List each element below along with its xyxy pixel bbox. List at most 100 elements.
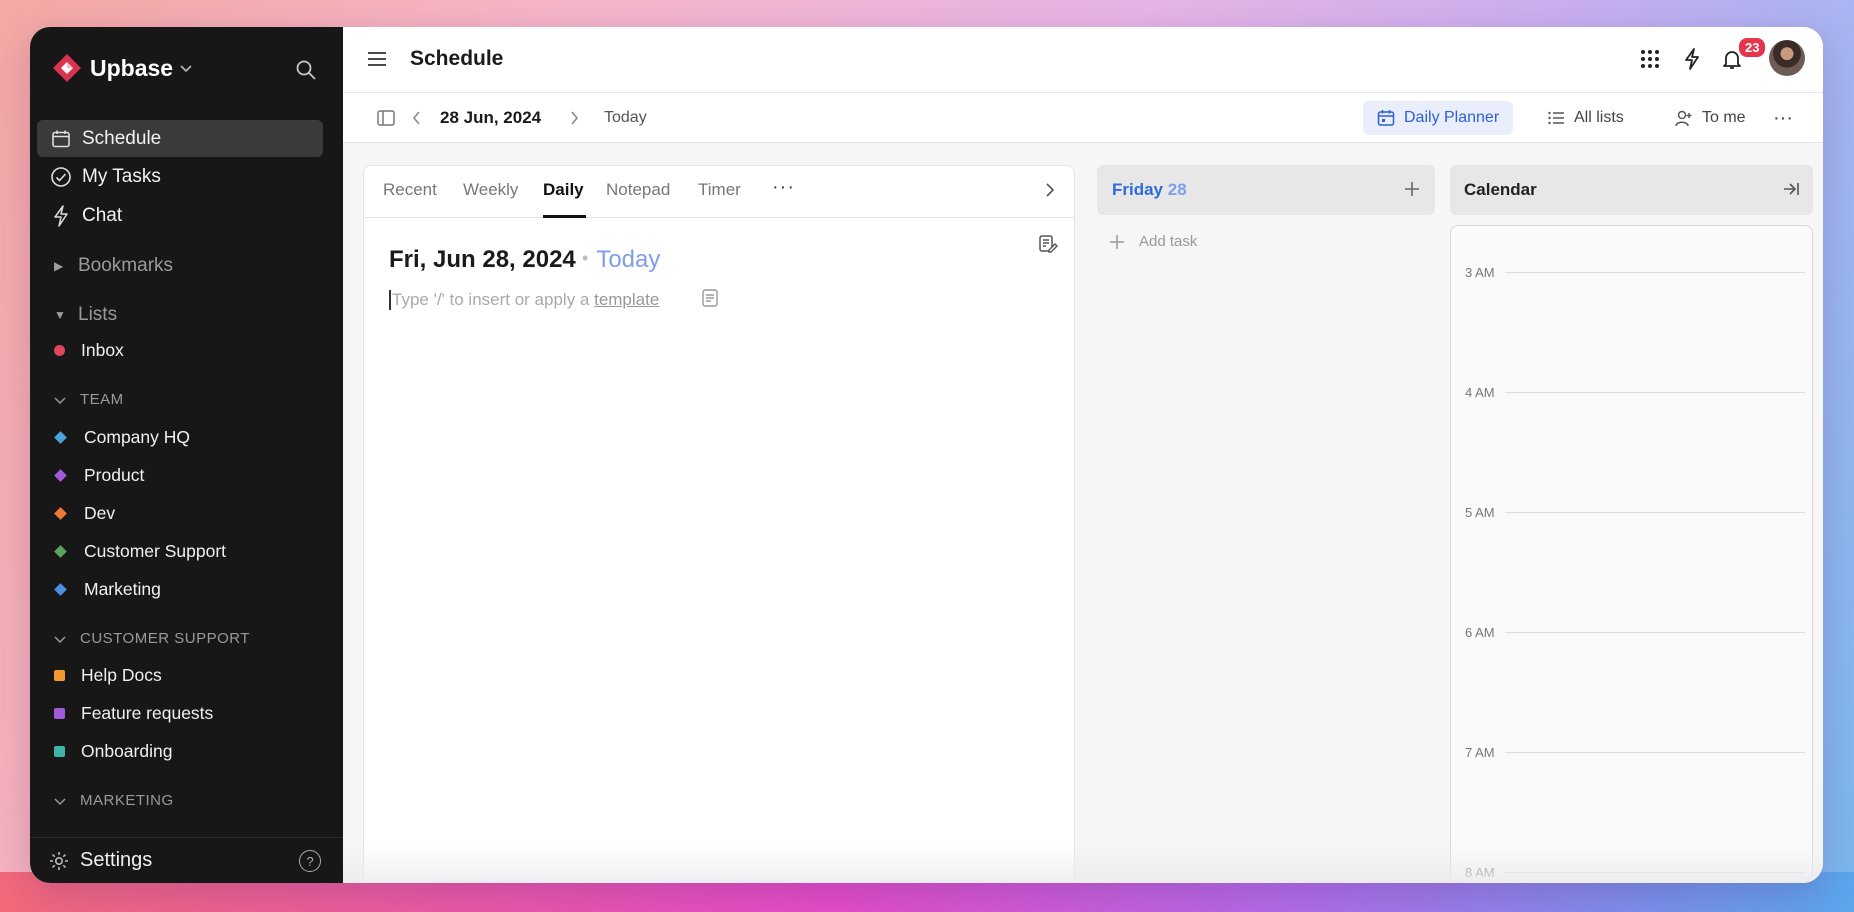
project-onboarding[interactable]: Onboarding: [54, 741, 172, 762]
workspace-name: Upbase: [90, 54, 174, 81]
tab-notepad[interactable]: Notepad: [606, 180, 670, 200]
project-square-icon: [54, 670, 65, 681]
template-link[interactable]: template: [594, 290, 659, 309]
project-feature-requests[interactable]: Feature requests: [54, 703, 213, 724]
hour-line: [1505, 872, 1805, 873]
project-product[interactable]: Product: [54, 465, 144, 486]
notes-tabs: Recent Weekly Daily Notepad Timer ···: [364, 166, 1074, 218]
day-column: Friday 28 Add task: [1097, 165, 1435, 883]
chevron-right-icon[interactable]: [1042, 182, 1058, 198]
app-window: Upbase Schedule My Tasks Chat ▶ Bookmark…: [30, 27, 1823, 883]
group-header-team[interactable]: TEAM: [54, 391, 124, 408]
upbase-logo-icon: [53, 54, 81, 82]
search-icon[interactable]: [295, 59, 317, 81]
hour-row: 5 AM: [1465, 505, 1805, 520]
bolt-icon: [50, 204, 72, 227]
chevron-left-icon[interactable]: [411, 93, 423, 143]
chevron-down-icon: [180, 65, 192, 73]
user-add-icon: [1675, 110, 1692, 127]
notes-panel: Recent Weekly Daily Notepad Timer ··· Fr…: [363, 165, 1075, 883]
calendar-title: Calendar: [1464, 180, 1537, 199]
tab-timer[interactable]: Timer: [698, 180, 741, 200]
group-title: CUSTOMER SUPPORT: [80, 630, 250, 647]
bookmarks-section-header[interactable]: ▶ Bookmarks: [54, 255, 173, 277]
project-square-icon: [54, 708, 65, 719]
note-date-heading: Fri, Jun 28, 2024: [389, 246, 576, 273]
view-daily-planner[interactable]: Daily Planner: [1363, 101, 1514, 135]
filter-to-me[interactable]: To me: [1661, 101, 1760, 135]
tab-daily[interactable]: Daily: [543, 180, 584, 200]
hour-line: [1505, 512, 1805, 513]
hour-label: 7 AM: [1465, 745, 1495, 760]
active-tab-indicator: [543, 215, 586, 218]
hour-label: 6 AM: [1465, 625, 1495, 640]
editor-placeholder: Type '/' to insert or apply a: [392, 290, 595, 309]
hour-line: [1505, 752, 1805, 753]
nav-chat[interactable]: Chat: [37, 197, 323, 234]
group-title: MARKETING: [80, 792, 174, 809]
tab-weekly[interactable]: Weekly: [463, 180, 518, 200]
notification-badge: 23: [1737, 36, 1768, 59]
nav-schedule[interactable]: Schedule: [37, 120, 323, 157]
nav-label: Schedule: [82, 127, 162, 149]
project-dev[interactable]: Dev: [54, 503, 115, 524]
template-icon[interactable]: [701, 288, 719, 308]
hour-label: 4 AM: [1465, 385, 1495, 400]
group-header-customer-support[interactable]: CUSTOMER SUPPORT: [54, 630, 250, 647]
project-company-hq[interactable]: Company HQ: [54, 427, 190, 448]
settings-button[interactable]: Settings ?: [30, 837, 343, 883]
project-diamond-icon: [54, 507, 67, 520]
calendar-timeline[interactable]: 3 AM 4 AM 5 AM 6 AM 7 AM 8 AM: [1450, 225, 1813, 883]
caret-down-icon: ▼: [54, 308, 66, 322]
current-date[interactable]: 28 Jun, 2024: [440, 93, 541, 143]
caret-right-icon: ▶: [54, 259, 64, 273]
project-label: Customer Support: [84, 541, 227, 561]
nav-my-tasks[interactable]: My Tasks: [37, 158, 323, 195]
edit-note-icon[interactable]: [1038, 234, 1058, 254]
group-header-marketing[interactable]: MARKETING: [54, 792, 174, 809]
list-item-inbox[interactable]: Inbox: [54, 340, 124, 361]
tabs-more-icon[interactable]: ···: [772, 176, 795, 199]
project-label: Help Docs: [81, 665, 162, 685]
view-label: All lists: [1574, 109, 1624, 126]
help-icon[interactable]: ?: [299, 850, 321, 872]
project-diamond-icon: [54, 469, 67, 482]
menu-icon[interactable]: [367, 50, 387, 68]
project-diamond-icon: [54, 583, 67, 596]
bolt-icon[interactable]: [1680, 47, 1704, 71]
nav-label: Chat: [82, 204, 123, 226]
nav-label: My Tasks: [82, 165, 161, 187]
project-diamond-icon: [54, 431, 67, 444]
sidebar-toggle-icon[interactable]: [376, 93, 396, 143]
chevron-right-icon[interactable]: [568, 93, 580, 143]
project-label: Company HQ: [84, 427, 191, 447]
hour-label: 8 AM: [1465, 865, 1495, 880]
hour-line: [1505, 632, 1805, 633]
project-label: Feature requests: [81, 703, 214, 723]
lists-section-header[interactable]: ▼ Lists: [54, 304, 117, 326]
project-label: Onboarding: [81, 741, 173, 761]
apps-grid-icon[interactable]: [1638, 47, 1662, 71]
workspace-switcher[interactable]: Upbase: [52, 53, 193, 83]
section-label: Bookmarks: [78, 255, 174, 276]
project-marketing[interactable]: Marketing: [54, 579, 161, 600]
view-label: To me: [1702, 109, 1746, 126]
plus-icon[interactable]: [1403, 180, 1421, 198]
project-help-docs[interactable]: Help Docs: [54, 665, 162, 686]
project-customer-support[interactable]: Customer Support: [54, 541, 226, 562]
today-text: Today: [596, 246, 661, 273]
calendar-icon: [1377, 110, 1395, 126]
view-all-lists[interactable]: All lists: [1533, 101, 1638, 135]
collapse-panel-icon[interactable]: [1781, 179, 1801, 199]
page-title: Schedule: [410, 47, 504, 70]
hour-row: 7 AM: [1465, 745, 1805, 760]
note-editor[interactable]: Type '/' to insert or apply a template: [389, 290, 659, 310]
today-button[interactable]: Today: [604, 93, 647, 143]
tab-recent[interactable]: Recent: [383, 180, 437, 200]
add-task-button[interactable]: Add task: [1109, 233, 1197, 250]
more-options-icon[interactable]: ···: [1773, 93, 1793, 143]
group-title: TEAM: [80, 391, 124, 408]
chevron-down-icon: [54, 396, 66, 404]
schedule-toolbar: 28 Jun, 2024 Today Daily Planner All lis…: [343, 93, 1823, 143]
avatar[interactable]: [1769, 40, 1805, 76]
